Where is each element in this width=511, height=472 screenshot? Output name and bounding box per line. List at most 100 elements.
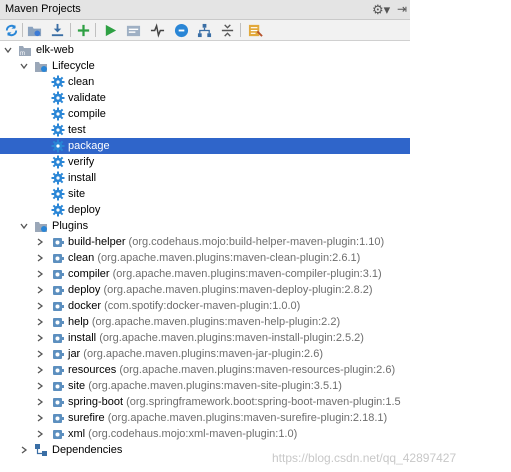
collapsed-arrow-icon[interactable]: [35, 378, 45, 394]
lifecycle-goal-test[interactable]: test: [0, 122, 410, 138]
toggle-offline-icon[interactable]: [148, 21, 166, 39]
plugin-docker[interactable]: docker (com.spotify:docker-maven-plugin:…: [0, 298, 410, 314]
lifecycle-goal-validate[interactable]: validate: [0, 90, 410, 106]
lifecycle-goal-deploy[interactable]: deploy: [0, 202, 410, 218]
toolbar: [0, 20, 410, 41]
run-icon[interactable]: [101, 21, 119, 39]
plugin-label: build-helper (org.codehaus.mojo:build-he…: [68, 234, 384, 250]
goal-label: test: [68, 124, 86, 136]
plugin-name: resources: [68, 364, 117, 376]
plugin-label: surefire (org.apache.maven.plugins:maven…: [68, 410, 387, 426]
execute-goal-icon[interactable]: [124, 21, 142, 39]
plugin-clean[interactable]: clean (org.apache.maven.plugins:maven-cl…: [0, 250, 410, 266]
plugin-label: install (org.apache.maven.plugins:maven-…: [68, 330, 364, 346]
collapsed-arrow-icon[interactable]: [35, 314, 45, 330]
plugin-spring-boot[interactable]: spring-boot (org.springframework.boot:sp…: [0, 394, 410, 410]
plugin-site[interactable]: site (org.apache.maven.plugins:maven-sit…: [0, 378, 410, 394]
plugin-label: clean (org.apache.maven.plugins:maven-cl…: [68, 250, 360, 266]
plugin-coordinates: (org.apache.maven.plugins:maven-resource…: [119, 364, 396, 376]
lifecycle-goal-verify[interactable]: verify: [0, 154, 410, 170]
plugin-name: deploy: [68, 284, 101, 296]
collapsed-arrow-icon[interactable]: [35, 298, 45, 314]
plugin-build-helper[interactable]: build-helper (org.codehaus.mojo:build-he…: [0, 234, 410, 250]
skip-tests-icon[interactable]: [172, 21, 190, 39]
tree-node-lifecycle[interactable]: Lifecycle: [0, 58, 410, 74]
plugin-coordinates: (org.codehaus.mojo:xml-maven-plugin:1.0): [88, 428, 298, 440]
plugin-name: site: [68, 380, 86, 392]
lifecycle-goal-install[interactable]: install: [0, 170, 410, 186]
goal-label: deploy: [68, 204, 101, 216]
generate-sources-icon[interactable]: [25, 21, 43, 39]
toolbar-separator: [70, 23, 71, 37]
plugin-name: clean: [68, 252, 95, 264]
lifecycle-goal-compile[interactable]: compile: [0, 106, 410, 122]
plugin-compiler[interactable]: compiler (org.apache.maven.plugins:maven…: [0, 266, 410, 282]
project-name: elk-web: [36, 44, 74, 56]
goal-gear-icon: [51, 107, 65, 121]
tree-node-project[interactable]: m elk-web: [0, 42, 410, 58]
goal-label: clean: [68, 76, 95, 88]
reimport-icon[interactable]: [2, 21, 20, 39]
plugin-label: site (org.apache.maven.plugins:maven-sit…: [68, 378, 342, 394]
plugin-icon: [51, 411, 65, 425]
plugin-install[interactable]: install (org.apache.maven.plugins:maven-…: [0, 330, 410, 346]
collapsed-arrow-icon[interactable]: [35, 410, 45, 426]
goal-gear-icon: [51, 187, 65, 201]
plugin-name: build-helper: [68, 236, 126, 248]
hide-panel-icon[interactable]: ⇥: [397, 2, 409, 17]
watermark-text: https://blog.csdn.net/qq_42897427: [272, 451, 457, 465]
plugin-surefire[interactable]: surefire (org.apache.maven.plugins:maven…: [0, 410, 410, 426]
collapsed-arrow-icon[interactable]: [35, 282, 45, 298]
plugin-name: docker: [68, 300, 102, 312]
toolbar-separator: [95, 23, 96, 37]
download-icon[interactable]: [48, 21, 66, 39]
plugin-coordinates: (org.apache.maven.plugins:maven-surefire…: [107, 412, 388, 424]
panel-title: Maven Projects: [5, 3, 81, 15]
plugin-label: deploy (org.apache.maven.plugins:maven-d…: [68, 282, 373, 298]
collapsed-arrow-icon[interactable]: [35, 394, 45, 410]
expand-arrow-icon[interactable]: [19, 218, 29, 234]
collapsed-arrow-icon[interactable]: [35, 250, 45, 266]
plugin-icon: [51, 267, 65, 281]
plugin-coordinates: (org.apache.maven.plugins:maven-clean-pl…: [97, 252, 361, 264]
lifecycle-goal-site[interactable]: site: [0, 186, 410, 202]
collapsed-arrow-icon[interactable]: [35, 330, 45, 346]
plugin-icon: [51, 251, 65, 265]
goal-label: verify: [68, 156, 95, 168]
lifecycle-folder-icon: [34, 59, 48, 73]
title-bar: Maven Projects ⚙▾ ⇥: [0, 0, 410, 20]
plugin-coordinates: (org.apache.maven.plugins:maven-deploy-p…: [103, 284, 373, 296]
goal-gear-icon: [51, 203, 65, 217]
plugin-name: jar: [68, 348, 81, 360]
plugin-help[interactable]: help (org.apache.maven.plugins:maven-hel…: [0, 314, 410, 330]
plugin-icon: [51, 315, 65, 329]
blank-area: [410, 0, 511, 472]
plugin-jar[interactable]: jar (org.apache.maven.plugins:maven-jar-…: [0, 346, 410, 362]
collapsed-arrow-icon[interactable]: [35, 266, 45, 282]
add-icon[interactable]: [74, 21, 92, 39]
tree-node-plugins[interactable]: Plugins: [0, 218, 410, 234]
collapsed-arrow-icon[interactable]: [19, 442, 29, 458]
expand-arrow-icon[interactable]: [19, 58, 29, 74]
lifecycle-goal-package[interactable]: package: [0, 138, 410, 154]
lifecycle-goal-clean[interactable]: clean: [0, 74, 410, 90]
gear-icon[interactable]: ⚙▾: [372, 2, 396, 17]
dependencies-icon[interactable]: [195, 21, 213, 39]
svg-text:m: m: [20, 51, 25, 57]
collapsed-arrow-icon[interactable]: [35, 346, 45, 362]
plugin-label: docker (com.spotify:docker-maven-plugin:…: [68, 298, 300, 314]
goal-gear-icon: [51, 139, 65, 153]
plugin-coordinates: (org.apache.maven.plugins:maven-jar-plug…: [83, 348, 323, 360]
goal-gear-icon: [51, 155, 65, 169]
goal-gear-icon: [51, 91, 65, 105]
collapse-all-icon[interactable]: [218, 21, 236, 39]
collapsed-arrow-icon[interactable]: [35, 362, 45, 378]
expand-arrow-icon[interactable]: [3, 42, 13, 58]
plugin-label: jar (org.apache.maven.plugins:maven-jar-…: [68, 346, 323, 362]
plugin-resources[interactable]: resources (org.apache.maven.plugins:mave…: [0, 362, 410, 378]
plugin-xml[interactable]: xml (org.codehaus.mojo:xml-maven-plugin:…: [0, 426, 410, 442]
collapsed-arrow-icon[interactable]: [35, 234, 45, 250]
plugin-deploy[interactable]: deploy (org.apache.maven.plugins:maven-d…: [0, 282, 410, 298]
settings-icon[interactable]: [246, 21, 264, 39]
collapsed-arrow-icon[interactable]: [35, 426, 45, 442]
